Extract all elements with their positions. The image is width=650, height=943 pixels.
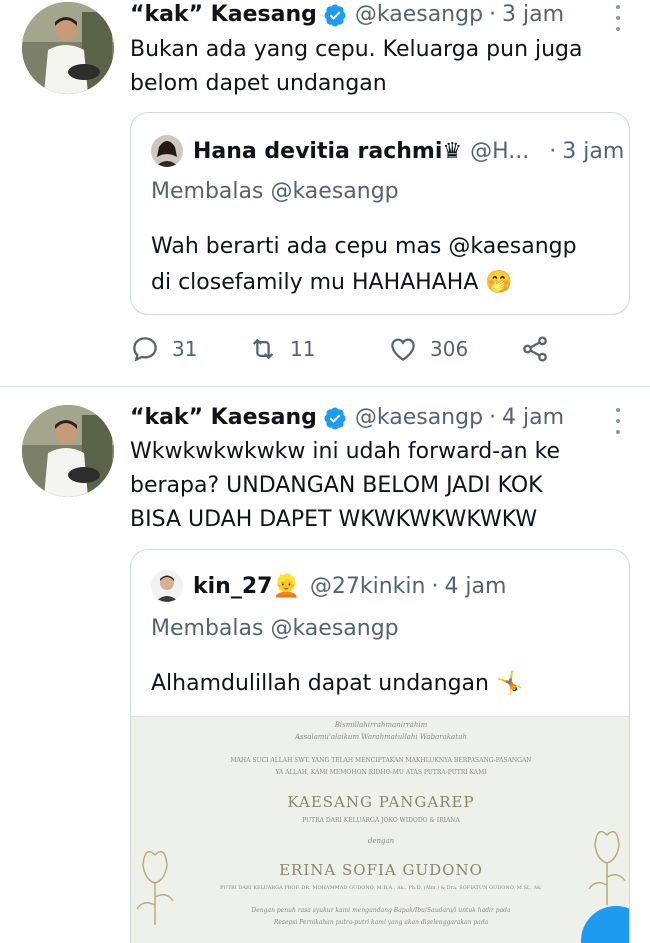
invitation-image[interactable]: Bismillahirrahmanirrahim Assalamu'alaiku… (131, 716, 629, 943)
tweet-text-line: berapa? UNDANGAN BELOM JADI KOK (130, 473, 543, 498)
reply-context[interactable]: Membalas @kaesangp (151, 616, 399, 641)
quoted-text-line: Alhamdulillah dapat undangan 🤸 (151, 671, 524, 696)
tweet-text-line: BISA UDAH DAPET WKWKWKWKWKW (130, 507, 538, 532)
tweet-text-line: Bukan ada yang cepu. Keluarga pun juga (130, 37, 583, 62)
invitation-text: PUTRA DARI KELUARGA JOKO WIDODO & IRIANA (302, 817, 460, 824)
tweet-1[interactable]: “kak” Kaesang @kaesangp · 3 jam Bukan ad… (0, 0, 650, 385)
quoted-tweet-header: Hana devitia rachmi♛ @H... · 3 jam (151, 135, 624, 167)
invitation-text: dengan (367, 837, 395, 845)
tweet-text-line: belom dapet undangan (130, 71, 387, 96)
invitation-text: PUTRI DARI KELUARGA PROF. DR. MOHAMMAD G… (220, 885, 542, 891)
tweet-text: Bukan ada yang cepu. Keluarga pun juga b… (130, 33, 583, 101)
invitation-text: MAHA SUCI ALLAH SWT. YANG TELAH MENCIPTA… (230, 757, 532, 764)
quoted-tweet[interactable]: kin_27👱 @27kinkin · 4 jam Membalas @kaes… (130, 549, 630, 943)
quoted-tweet[interactable]: Hana devitia rachmi♛ @H... · 3 jam Memba… (130, 112, 630, 315)
invitation-text: Dengan penuh rasa syukur kami mengundang… (251, 907, 511, 914)
quoted-author-name[interactable]: Hana devitia rachmi♛ (193, 139, 462, 164)
tweet-header: “kak” Kaesang @kaesangp · 3 jam (130, 2, 564, 27)
quoted-author-handle[interactable]: @27kinkin (310, 574, 426, 599)
author-name[interactable]: “kak” Kaesang (130, 405, 317, 430)
reply-context[interactable]: Membalas @kaesangp (151, 179, 399, 204)
separator-dot: · (549, 138, 557, 164)
quoted-text-line: di closefamily mu HAHAHAHA 🤭 (151, 270, 513, 295)
quoted-author-name[interactable]: kin_27👱 (193, 574, 300, 599)
quoted-tweet-text: Alhamdulillah dapat undangan 🤸 (151, 666, 523, 702)
separator-dot: · (489, 2, 497, 27)
groom-name: KAESANG PANGAREP (287, 793, 475, 811)
retweet-icon (252, 338, 274, 360)
verified-badge-icon (323, 406, 347, 430)
reply-count: 31 (172, 337, 198, 361)
bride-name: ERINA SOFIA GUDONO (279, 861, 483, 879)
reply-icon (133, 337, 157, 362)
share-icon (523, 336, 547, 362)
author-handle[interactable]: @kaesangp (355, 405, 483, 430)
quoted-tweet-text: Wah berarti ada cepu mas @kaesangp di cl… (151, 229, 577, 301)
quoted-avatar[interactable] (151, 135, 183, 167)
quoted-tweet-time[interactable]: 4 jam (444, 574, 506, 599)
tulip-ornament-icon (588, 830, 626, 905)
tweet-2[interactable]: “kak” Kaesang @kaesangp · 4 jam Wkwkwkwk… (0, 387, 650, 943)
invitation-text: Assalamu'alaikum Warahmatullahi Wabaraka… (294, 733, 468, 741)
verified-badge-icon (323, 3, 347, 27)
quoted-avatar[interactable] (151, 570, 183, 602)
share-button[interactable] (520, 334, 562, 364)
quoted-tweet-header: kin_27👱 @27kinkin · 4 jam (151, 570, 506, 602)
invitation-text: Bismillahirrahmanirrahim (334, 721, 428, 729)
author-name[interactable]: “kak” Kaesang (130, 2, 317, 27)
quoted-author-handle[interactable]: @H... (470, 139, 529, 164)
tweet-actions: 31 11 306 (130, 334, 562, 364)
like-button[interactable]: 306 (388, 334, 520, 364)
invitation-text: YA ALLAH, KAMI MEMOHON RIDHO-MU ATAS PUT… (275, 769, 487, 776)
tweet-text: Wkwkwkwkwkw ini udah forward-an ke berap… (130, 435, 560, 537)
tweet-header: “kak” Kaesang @kaesangp · 4 jam (130, 405, 564, 430)
tweet-text-line: Wkwkwkwkwkw ini udah forward-an ke (130, 439, 561, 464)
reply-button[interactable]: 31 (130, 334, 248, 364)
author-handle[interactable]: @kaesangp (355, 2, 483, 27)
retweet-button[interactable]: 11 (248, 334, 388, 364)
like-count: 306 (430, 337, 469, 361)
tulip-ornament-icon (136, 850, 174, 925)
tweet-time[interactable]: 4 jam (502, 405, 564, 430)
invitation-text: Resepsi Pernikahan putra-putri kami yang… (273, 919, 489, 926)
retweet-count: 11 (290, 337, 316, 361)
quoted-text-line: Wah berarti ada cepu mas @kaesangp (151, 234, 577, 259)
heart-icon (391, 338, 415, 361)
separator-dot: · (431, 573, 439, 599)
compose-button[interactable] (581, 906, 629, 943)
avatar[interactable] (22, 405, 114, 497)
avatar[interactable] (22, 2, 114, 94)
separator-dot: · (489, 405, 497, 430)
quoted-tweet-time[interactable]: 3 jam (562, 139, 624, 164)
more-options-icon[interactable] (614, 5, 622, 31)
more-options-icon[interactable] (614, 408, 622, 434)
tweet-time[interactable]: 3 jam (502, 2, 564, 27)
